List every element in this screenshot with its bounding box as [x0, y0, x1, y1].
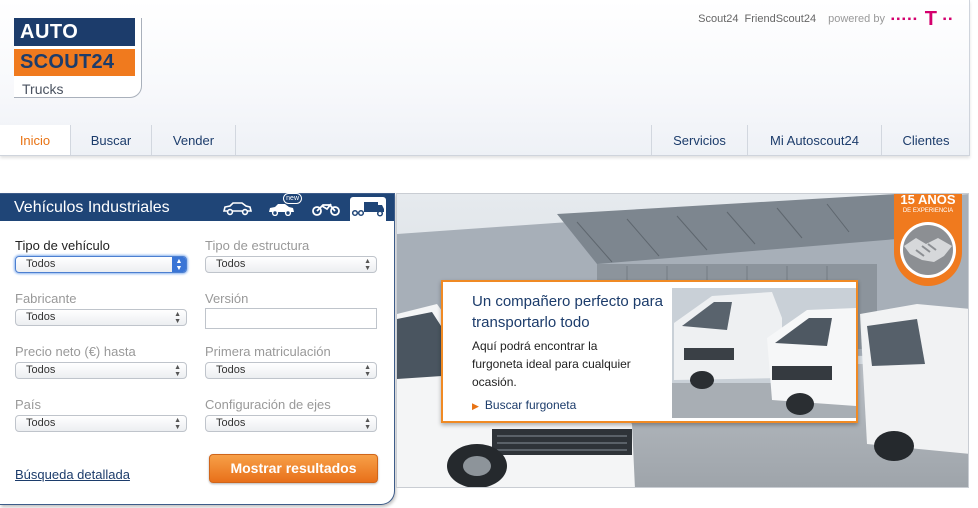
manufacturer-label: Fabricante — [15, 291, 77, 306]
structure-type-value: Todos — [216, 258, 246, 270]
vehicle-type-label: Tipo de vehículo — [15, 238, 110, 253]
nav-mi-autoscout24[interactable]: Mi Autoscout24 — [747, 125, 881, 155]
first-registration-value: Todos — [216, 364, 246, 376]
page: AUTO SCOUT24 Trucks Scout24 FriendScout2… — [0, 0, 978, 508]
telekom-logo[interactable]: T — [925, 9, 937, 29]
tab-truck[interactable] — [350, 197, 386, 221]
version-label: Versión — [205, 291, 249, 306]
promo-title: Un compañero perfecto para transportarlo… — [472, 293, 663, 331]
structure-type-label: Tipo de estructura — [205, 238, 310, 253]
badge-years: 15 AÑOS — [900, 193, 956, 207]
axle-config-select[interactable]: Todos ▲ ▼ — [205, 415, 377, 432]
telekom-dots-icon: ▪▪ — [942, 13, 954, 25]
white-vans-picture — [672, 288, 856, 418]
select-arrows-icon: ▲ ▼ — [174, 417, 181, 431]
vehicle-type-value: Todos — [26, 258, 56, 270]
telekom-dots-icon: ▪▪▪▪▪ — [890, 13, 919, 25]
structure-type-select[interactable]: Todos ▲ ▼ — [205, 256, 377, 273]
powered-by-text: powered by — [828, 13, 885, 25]
promo-card[interactable]: Un compañero perfecto para transportarlo… — [441, 280, 858, 423]
select-arrows-icon: ▲ ▼ — [174, 364, 181, 378]
country-value: Todos — [26, 417, 56, 429]
select-arrows-icon: ▲ ▼ — [174, 311, 181, 325]
nav-servicios[interactable]: Servicios — [651, 125, 747, 155]
net-price-value: Todos — [26, 364, 56, 376]
tab-motorbike[interactable] — [308, 197, 344, 219]
search-panel-header: Vehículos Industriales new — [0, 193, 394, 221]
first-registration-label: Primera matriculación — [205, 344, 331, 359]
nav-vender[interactable]: Vender — [152, 125, 236, 155]
logo-auto-text: AUTO — [14, 18, 135, 46]
truck-icon — [351, 202, 384, 217]
tab-car[interactable] — [219, 197, 255, 219]
logo-trucks-text: Trucks — [22, 81, 64, 97]
autoscout24-trucks-logo[interactable]: AUTO SCOUT24 Trucks — [14, 18, 142, 98]
select-arrows-icon: ▲ ▼ — [364, 364, 371, 378]
country-select[interactable]: Todos ▲ ▼ — [15, 415, 187, 432]
nav-buscar[interactable]: Buscar — [71, 125, 152, 155]
nav-inicio[interactable]: Inicio — [0, 125, 71, 155]
show-results-button[interactable]: Mostrar resultados — [209, 454, 378, 483]
search-panel: Vehículos Industriales new Tipo de vehíc… — [0, 193, 395, 505]
handshake-icon — [894, 216, 962, 286]
logo-scout-text: SCOUT24 — [14, 49, 135, 76]
search-van-link-label: Buscar furgoneta — [484, 398, 577, 412]
motorbike-icon — [312, 203, 340, 216]
select-arrows-icon: ▲ ▼ — [364, 417, 371, 431]
badge-experience: DE EXPERIENCIA — [902, 208, 954, 214]
vehicle-type-select[interactable]: Todos ▲ ▼ — [15, 256, 187, 273]
manufacturer-value: Todos — [26, 311, 56, 323]
promo-banner[interactable]: Un compañero perfecto para transportarlo… — [396, 193, 969, 488]
friendscout24-link[interactable]: FriendScout24 — [745, 13, 817, 25]
car-icon — [222, 202, 253, 216]
search-panel-title: Vehículos Industriales — [14, 199, 170, 216]
promo-body: Aquí podrá encontrar la furgoneta ideal … — [472, 339, 631, 389]
net-price-label: Precio neto (€) hasta — [15, 344, 136, 359]
tab-new-car[interactable]: new — [264, 193, 302, 219]
first-registration-select[interactable]: Todos ▲ ▼ — [205, 362, 377, 379]
select-arrows-icon: ▲ ▼ — [172, 257, 186, 272]
axle-config-label: Configuración de ejes — [205, 397, 331, 412]
net-price-select[interactable]: Todos ▲ ▼ — [15, 362, 187, 379]
select-arrows-icon: ▲ ▼ — [364, 258, 371, 272]
manufacturer-select[interactable]: Todos ▲ ▼ — [15, 309, 187, 326]
top-links: Scout24 FriendScout24 powered by ▪▪▪▪▪ T… — [698, 9, 954, 29]
fifteen-years-badge: 15 AÑOS DE EXPERIENCIA — [894, 193, 962, 287]
site-header: AUTO SCOUT24 Trucks Scout24 FriendScout2… — [0, 0, 970, 156]
nav-clientes[interactable]: Clientes — [881, 125, 970, 155]
scout24-link[interactable]: Scout24 — [698, 13, 738, 25]
axle-config-value: Todos — [216, 417, 246, 429]
main-nav: Inicio Buscar Vender Servicios Mi Autosc… — [0, 125, 970, 155]
vans-image — [672, 288, 856, 418]
new-badge: new — [283, 193, 302, 204]
arrow-right-icon: ▶ — [472, 401, 479, 411]
country-label: País — [15, 397, 42, 412]
version-input[interactable] — [205, 308, 377, 329]
search-van-link[interactable]: ▶ Buscar furgoneta — [472, 398, 576, 412]
detailed-search-link[interactable]: Búsqueda detallada — [15, 467, 130, 482]
